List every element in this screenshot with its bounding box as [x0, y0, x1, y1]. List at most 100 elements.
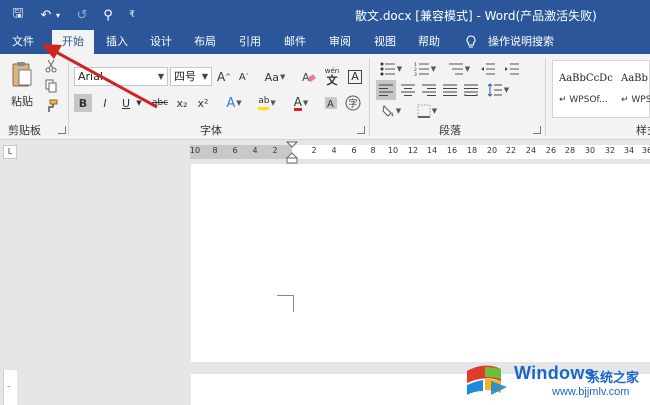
- text-effects-icon: A: [226, 95, 236, 111]
- shrink-font-button[interactable]: Aˇ: [236, 67, 252, 87]
- align-center-icon[interactable]: [399, 80, 417, 100]
- paragraph-launcher-icon[interactable]: [533, 126, 541, 134]
- strikethrough-button[interactable]: abc: [150, 94, 170, 112]
- horizontal-ruler[interactable]: 10 8 6 4 2 2 4 6 8 10 12 14 16 18 20 22 …: [189, 141, 650, 164]
- paste-icon[interactable]: [8, 58, 36, 92]
- redo-icon[interactable]: ↺: [74, 6, 90, 24]
- grow-font-icon: A: [216, 70, 226, 84]
- style-item-label: ↵ WPS: [621, 95, 650, 105]
- underline-button[interactable]: U: [118, 94, 134, 112]
- tab-layout[interactable]: 布局: [186, 30, 224, 54]
- bold-button[interactable]: B: [74, 94, 92, 112]
- windows-logo-icon: [467, 365, 507, 395]
- char-border-button[interactable]: A: [346, 67, 364, 87]
- lightbulb-icon: [462, 30, 480, 54]
- ribbon-home: 粘贴 剪贴板 Arial ▼ 四号 ▼ A ^ Aˇ Aa ▼ A wén 文 A …: [0, 54, 650, 140]
- bullets-button[interactable]: ▼: [376, 59, 406, 79]
- ruler-tick: 6: [351, 146, 357, 155]
- paste-button[interactable]: 粘贴: [4, 94, 40, 108]
- font-color-icon: A: [293, 94, 302, 111]
- enclose-char-icon[interactable]: 字: [344, 94, 362, 112]
- watermark-url: www.bjjmlv.com: [552, 386, 630, 398]
- char-border-icon: A: [348, 70, 362, 84]
- change-case-button[interactable]: Aa ▼: [262, 67, 288, 87]
- ruler-tick: 36: [641, 146, 650, 155]
- group-separator: [369, 58, 370, 136]
- group-font-label: 字体: [200, 124, 222, 137]
- tab-references[interactable]: 引用: [231, 30, 269, 54]
- italic-button[interactable]: I: [96, 94, 114, 112]
- justify-icon[interactable]: [441, 80, 459, 100]
- tab-review[interactable]: 审阅: [321, 30, 359, 54]
- borders-button[interactable]: ▼: [412, 101, 442, 121]
- group-separator: [545, 58, 546, 136]
- ruler-tick: 8: [370, 146, 376, 155]
- font-size-combo[interactable]: 四号 ▼: [170, 67, 212, 86]
- ruler-tick: 10: [189, 146, 201, 155]
- copy-icon[interactable]: [42, 78, 60, 94]
- ruler-tick: 4: [252, 146, 258, 155]
- char-shading-icon[interactable]: A: [322, 94, 340, 112]
- align-right-icon[interactable]: [420, 80, 438, 100]
- superscript-button[interactable]: x²: [194, 94, 212, 112]
- text-effects-button[interactable]: A ▼: [222, 94, 246, 112]
- shading-button[interactable]: ▼: [376, 101, 406, 121]
- highlight-button[interactable]: ab ▼: [254, 94, 280, 112]
- align-left-icon[interactable]: [376, 80, 396, 100]
- svg-text:3: 3: [414, 72, 417, 76]
- save-icon[interactable]: 🖫: [10, 6, 26, 24]
- decrease-indent-icon[interactable]: [478, 59, 498, 79]
- svg-text:字: 字: [349, 98, 358, 110]
- distributed-icon[interactable]: [462, 80, 480, 100]
- format-painter-icon[interactable]: [42, 98, 60, 114]
- phonetic-guide-button[interactable]: wén 文: [322, 64, 342, 88]
- tell-me-search[interactable]: 操作说明搜索: [484, 30, 558, 54]
- vertical-ruler[interactable]: –: [3, 370, 17, 405]
- increase-indent-icon[interactable]: [502, 59, 522, 79]
- tab-file[interactable]: 文件: [0, 30, 46, 54]
- tab-mailings[interactable]: 邮件: [276, 30, 314, 54]
- ruler-tick: 8: [212, 146, 218, 155]
- undo-icon[interactable]: ↶: [38, 6, 54, 24]
- font-size-value: 四号: [174, 70, 196, 83]
- clipboard-launcher-icon[interactable]: [58, 126, 66, 134]
- ruler-tick: 20: [486, 146, 498, 155]
- watermark-brand: Windows: [514, 363, 595, 383]
- undo-dropdown-icon[interactable]: ▾: [54, 6, 62, 24]
- tab-view[interactable]: 视图: [366, 30, 404, 54]
- watermark-cn: 系统之家: [587, 371, 640, 386]
- underline-dropdown-icon[interactable]: ▼: [134, 94, 144, 112]
- ruler-tick: 24: [525, 146, 537, 155]
- line-spacing-button[interactable]: ▼: [484, 80, 512, 100]
- group-separator: [68, 58, 69, 136]
- subscript-button[interactable]: x₂: [173, 94, 191, 112]
- indent-marker-icon[interactable]: [286, 141, 298, 165]
- customize-toolbar-icon[interactable]: ₹: [126, 6, 138, 24]
- tab-help[interactable]: 帮助: [410, 30, 448, 54]
- font-name-value: Arial: [78, 70, 103, 83]
- style-item-label: ↵ WPSOf...: [559, 95, 608, 105]
- tab-home[interactable]: 开始: [52, 30, 94, 54]
- cut-icon[interactable]: [42, 58, 60, 74]
- numbering-button[interactable]: 1 2 3 ▼: [410, 59, 440, 79]
- multilevel-list-button[interactable]: ▼: [444, 59, 474, 79]
- styles-gallery[interactable]: AaBbCcDc ↵ WPSOf... AaBb ↵ WPS: [552, 60, 650, 118]
- group-styles-label: 样式: [636, 124, 650, 137]
- style-item[interactable]: AaBb: [621, 73, 648, 84]
- font-launcher-icon[interactable]: [357, 126, 365, 134]
- grow-font-button[interactable]: A ^: [216, 67, 232, 87]
- shrink-font-icon: A: [238, 71, 246, 83]
- style-item[interactable]: AaBbCcDc: [559, 73, 613, 84]
- tab-insert[interactable]: 插入: [98, 30, 136, 54]
- ruler-tick: 30: [584, 146, 596, 155]
- tab-selector[interactable]: L: [3, 145, 17, 159]
- group-paragraph-label: 段落: [439, 124, 461, 137]
- tab-design[interactable]: 设计: [142, 30, 180, 54]
- font-name-combo[interactable]: Arial ▼: [74, 67, 168, 86]
- chevron-down-icon: ▼: [201, 72, 208, 81]
- document-page[interactable]: [191, 164, 650, 362]
- change-case-icon: Aa: [264, 70, 279, 84]
- font-color-button[interactable]: A ▼: [288, 94, 314, 112]
- touch-mode-icon[interactable]: ⚲: [100, 6, 116, 24]
- clear-format-icon[interactable]: A: [300, 67, 318, 87]
